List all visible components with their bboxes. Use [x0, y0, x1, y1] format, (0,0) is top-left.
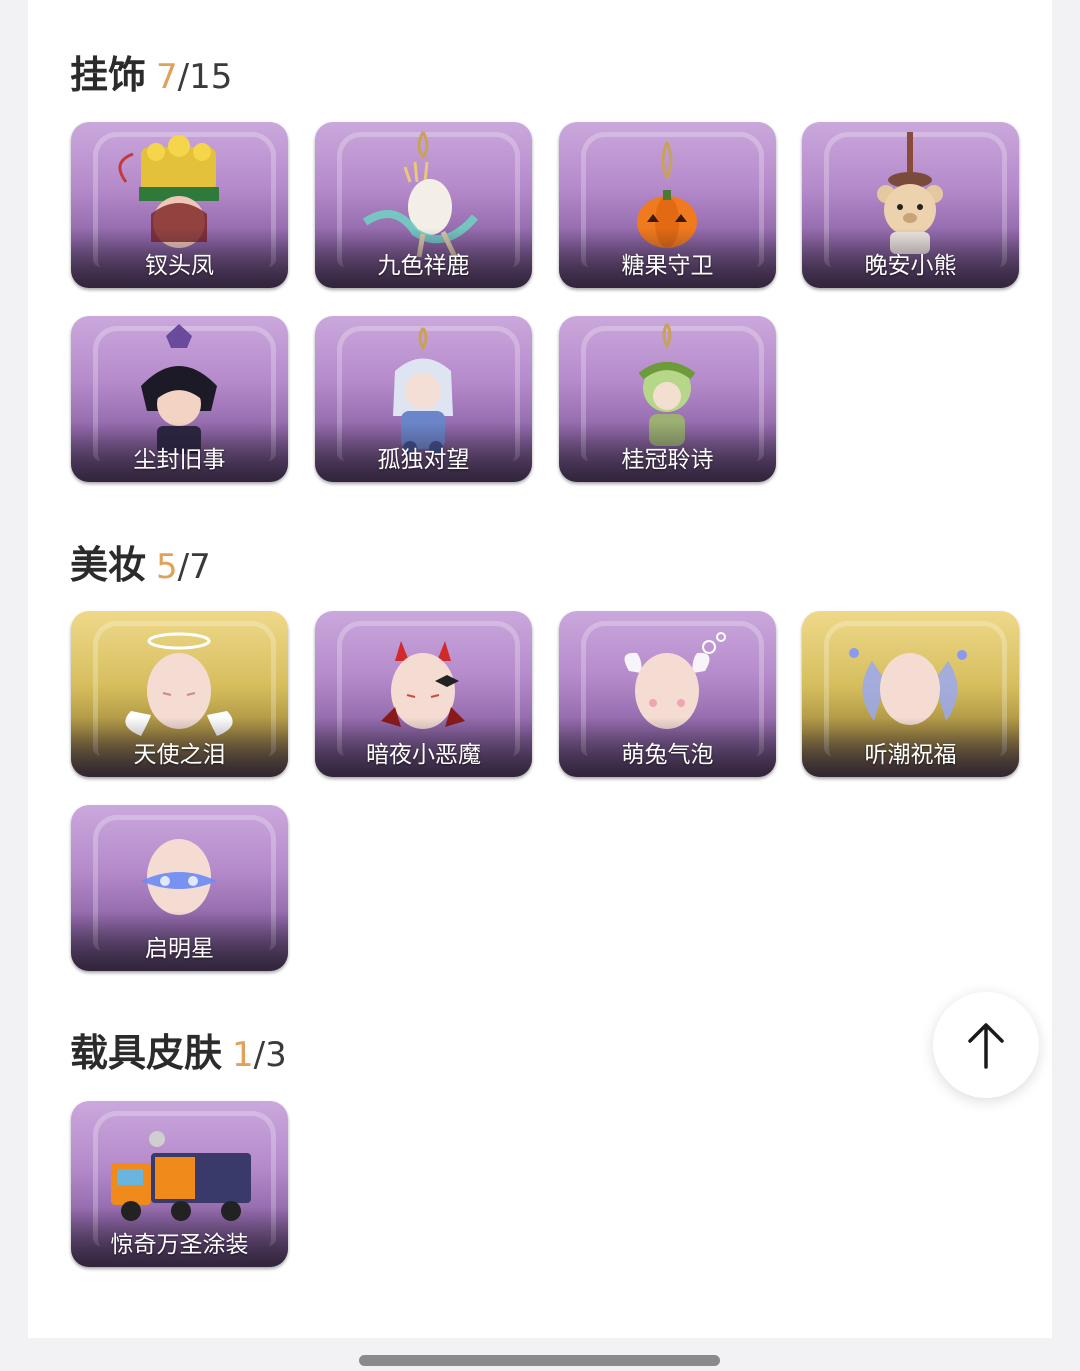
- item-card-tide-blessing[interactable]: 听潮祝福: [802, 611, 1019, 777]
- section-count: 5/7: [156, 547, 211, 587]
- total-count: /15: [177, 57, 233, 97]
- item-label: 萌兔气泡: [621, 742, 714, 768]
- item-card-nine-color-deer[interactable]: 九色祥鹿: [315, 122, 532, 288]
- section-count: 7/15: [156, 57, 232, 97]
- item-card-bunny-bubble[interactable]: 萌兔气泡: [559, 611, 776, 777]
- item-label: 糖果守卫: [621, 253, 714, 279]
- item-card-lonely-gaze[interactable]: 孤独对望: [315, 316, 532, 482]
- section-name: 美妆: [70, 543, 147, 587]
- arrow-up-icon: [968, 1023, 1004, 1069]
- total-count: /7: [177, 547, 211, 587]
- section-title-vehicle-skins: 载具皮肤 1/3: [70, 1029, 287, 1079]
- section-count: 1/3: [232, 1035, 287, 1075]
- item-card-halloween-livery[interactable]: 惊奇万圣涂装: [71, 1101, 288, 1267]
- item-label: 晚安小熊: [864, 253, 957, 279]
- item-card-angel-tears[interactable]: 天使之泪: [71, 611, 288, 777]
- item-card-morning-star[interactable]: 启明星: [71, 805, 288, 971]
- owned-count: 1: [232, 1035, 254, 1075]
- item-card-phoenix-crown[interactable]: 钗头凤: [71, 122, 288, 288]
- item-label: 桂冠聆诗: [621, 447, 714, 473]
- item-card-dusty-past[interactable]: 尘封旧事: [71, 316, 288, 482]
- item-card-laurel-poem[interactable]: 桂冠聆诗: [559, 316, 776, 482]
- item-card-night-devil[interactable]: 暗夜小恶魔: [315, 611, 532, 777]
- home-indicator: [359, 1355, 720, 1366]
- total-count: /3: [253, 1035, 287, 1075]
- item-label: 钗头凤: [145, 253, 214, 279]
- item-card-candy-guard[interactable]: 糖果守卫: [559, 122, 776, 288]
- item-label: 惊奇万圣涂装: [110, 1232, 249, 1258]
- section-title-makeup: 美妆 5/7: [70, 541, 211, 591]
- section-name: 载具皮肤: [70, 1031, 223, 1075]
- owned-count: 7: [156, 57, 178, 97]
- owned-count: 5: [156, 547, 178, 587]
- item-card-goodnight-bear[interactable]: 晚安小熊: [802, 122, 1019, 288]
- item-label: 天使之泪: [133, 742, 226, 768]
- scroll-to-top-button[interactable]: [933, 992, 1039, 1098]
- section-title-pendants: 挂饰 7/15: [70, 51, 232, 101]
- item-label: 孤独对望: [377, 447, 470, 473]
- item-label: 暗夜小恶魔: [366, 742, 481, 768]
- section-name: 挂饰: [70, 53, 147, 97]
- item-label: 尘封旧事: [133, 447, 226, 473]
- item-label: 听潮祝福: [864, 742, 957, 768]
- item-label: 启明星: [145, 936, 214, 962]
- item-label: 九色祥鹿: [377, 253, 470, 279]
